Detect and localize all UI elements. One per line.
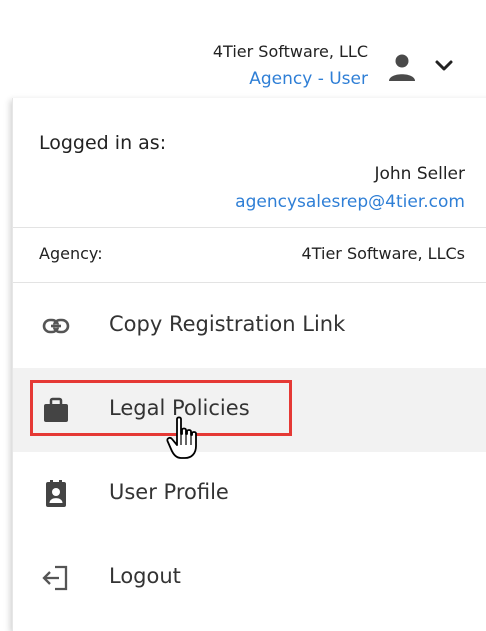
account-info: 4Tier Software, LLC Agency - User xyxy=(213,42,368,90)
link-icon xyxy=(42,318,70,334)
menu-item-user-profile[interactable]: User Profile xyxy=(13,452,486,536)
contact-card-icon xyxy=(46,480,66,507)
logout-icon xyxy=(42,565,68,591)
user-role: Agency - User xyxy=(249,69,368,89)
menu-item-label: Logout xyxy=(109,564,181,588)
menu-item-logout[interactable]: Logout xyxy=(13,536,486,620)
agency-label: Agency: xyxy=(39,244,103,263)
chevron-down-icon xyxy=(435,60,453,71)
agency-value: 4Tier Software, LLCs xyxy=(301,244,465,263)
hand-pointer-cursor-icon xyxy=(166,416,197,459)
user-menu-button[interactable] xyxy=(384,50,420,86)
user-name: John Seller xyxy=(374,164,465,184)
menu-item-copy-registration-link[interactable]: Copy Registration Link xyxy=(13,284,486,368)
divider xyxy=(13,282,486,283)
account-dropdown-menu: Logged in as: John Seller agencysalesrep… xyxy=(12,98,486,631)
divider xyxy=(13,227,486,228)
person-icon xyxy=(389,54,415,81)
account-dropdown-toggle[interactable] xyxy=(430,52,458,80)
top-bar: 4Tier Software, LLC Agency - User xyxy=(0,0,486,100)
company-name: 4Tier Software, LLC xyxy=(212,42,368,61)
menu-item-label: User Profile xyxy=(109,480,229,504)
user-email: agencysalesrep@4tier.com xyxy=(235,192,465,212)
menu-item-label: Copy Registration Link xyxy=(109,312,346,336)
logged-in-label: Logged in as: xyxy=(39,132,167,154)
highlight-box xyxy=(30,380,292,436)
